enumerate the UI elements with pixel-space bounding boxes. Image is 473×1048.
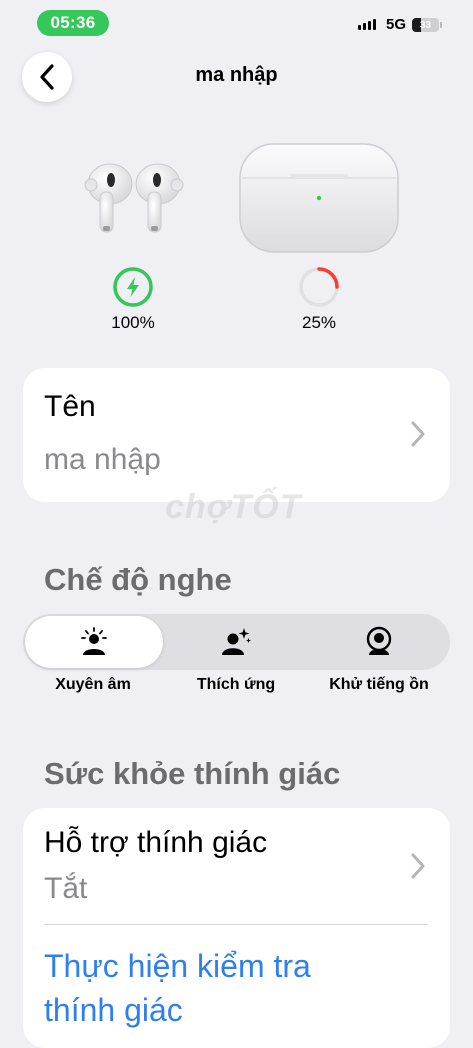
airpods-earbuds-image <box>84 163 184 233</box>
hearing-health-header: Sức khỏe thính giác <box>44 756 341 791</box>
case-battery-ring <box>299 267 339 307</box>
hearing-test-link[interactable]: Thực hiện kiểm tra thính giác <box>44 944 364 1032</box>
chevron-right-icon <box>411 853 425 879</box>
hearing-health-card: Hỗ trợ thính giác Tắt Thực hiện kiểm tra… <box>23 808 450 1048</box>
adaptive-icon[interactable] <box>220 626 252 658</box>
mode-label-noise-cancellation[interactable]: Khử tiếng ồn <box>304 676 454 694</box>
name-row-label: Tên <box>44 390 96 423</box>
row-divider <box>44 924 428 925</box>
earbuds-battery-ring <box>113 267 153 307</box>
chevron-right-icon <box>411 421 425 447</box>
case-battery-label: 25% <box>301 313 337 332</box>
battery-icon: 33 <box>412 18 439 32</box>
hearing-assist-label: Hỗ trợ thính giác <box>44 826 268 859</box>
hearing-assist-value: Tắt <box>44 872 88 905</box>
name-card[interactable]: Tên ma nhập <box>23 368 450 502</box>
earbuds-battery-label: 100% <box>111 313 155 332</box>
name-row-value: ma nhập <box>44 443 161 476</box>
mode-label-adaptive[interactable]: Thích ứng <box>161 676 311 694</box>
airpods-case-image <box>239 143 399 253</box>
battery-level: 33 <box>419 19 432 31</box>
noise-cancellation-icon[interactable] <box>363 626 395 658</box>
status-time: 05:36 <box>37 10 109 36</box>
hearing-assist-row[interactable]: Hỗ trợ thính giác Tắt <box>23 808 450 924</box>
mode-label-transparency[interactable]: Xuyên âm <box>18 676 168 694</box>
charging-bolt-icon <box>127 277 139 297</box>
page-title: ma nhập <box>195 64 278 86</box>
listening-mode-segmented-control[interactable] <box>23 614 450 670</box>
listening-mode-header: Chế độ nghe <box>44 562 232 597</box>
cellular-signal-icon <box>358 19 376 30</box>
transparency-icon[interactable] <box>78 626 110 658</box>
battery-tip <box>440 22 442 28</box>
watermark: chợTỐT <box>165 488 302 526</box>
network-type: 5G <box>386 16 407 33</box>
